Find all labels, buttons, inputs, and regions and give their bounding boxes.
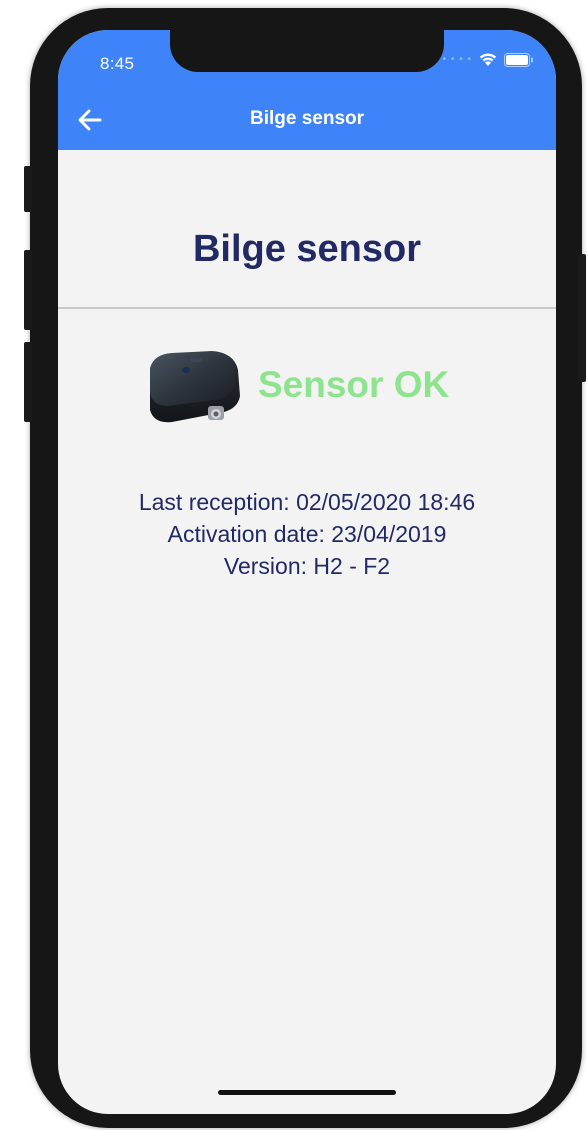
volume-up-button xyxy=(24,250,32,330)
divider xyxy=(58,307,556,309)
last-reception: Last reception: 02/05/2020 18:46 xyxy=(138,489,476,515)
version: Version: H2 - F2 xyxy=(223,553,391,579)
volume-down-button xyxy=(24,342,32,422)
screenshot-frame: 8:45 • • • • Bilge sensor Bilge sensor S… xyxy=(0,0,587,1130)
battery-icon xyxy=(504,52,533,67)
status-bar: 8:45 • • • • xyxy=(58,30,556,88)
sensor-status-row: Sensor OK xyxy=(58,340,556,440)
mute-switch xyxy=(24,166,32,212)
phone-screen: 8:45 • • • • Bilge sensor Bilge sensor S… xyxy=(58,30,556,1114)
power-button xyxy=(578,254,586,382)
app-bar-title: Bilge sensor xyxy=(249,108,365,129)
notch xyxy=(170,30,444,72)
status-time: 8:45 xyxy=(100,54,135,73)
sensor-info: Last reception: 02/05/2020 18:46 Activat… xyxy=(58,486,556,582)
signal-dots-icon: • • • • xyxy=(442,54,472,65)
wifi-icon xyxy=(479,53,497,66)
status-icons: • • • • xyxy=(443,52,534,67)
sensor-status-text: Sensor OK xyxy=(258,364,450,405)
app-bar: Bilge sensor xyxy=(58,88,556,150)
page-heading: Bilge sensor xyxy=(192,228,422,270)
bilge-sensor-device-icon xyxy=(150,351,240,423)
home-indicator[interactable] xyxy=(218,1090,396,1095)
activation-date: Activation date: 23/04/2019 xyxy=(167,521,447,547)
